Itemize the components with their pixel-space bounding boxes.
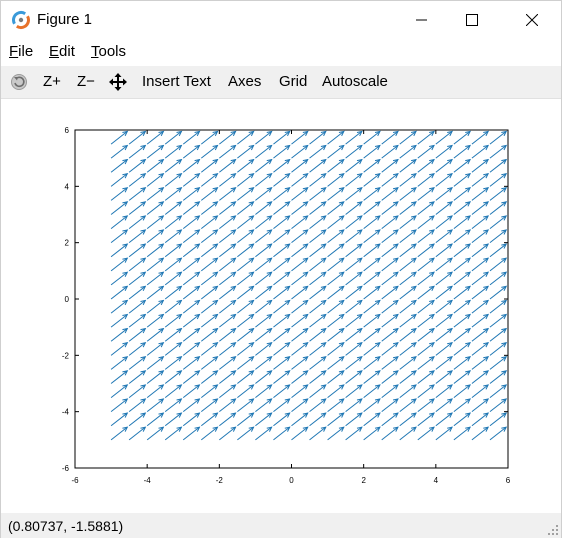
title-bar[interactable]: Figure 1 <box>1 1 561 39</box>
window-title: Figure 1 <box>37 11 93 28</box>
menu-edit-mnemonic: E <box>49 43 60 60</box>
menu-bar: File Edit Tools <box>1 39 561 65</box>
rotate-icon[interactable] <box>10 73 28 91</box>
cursor-coordinates: (0.80737, -1.5881) <box>8 518 124 534</box>
zoom-out-button[interactable]: Z− <box>77 73 95 90</box>
close-icon <box>526 14 538 26</box>
y-tick-label: 4 <box>65 182 70 191</box>
minimize-icon <box>416 19 427 21</box>
pan-icon[interactable] <box>109 73 127 91</box>
menu-file[interactable]: File <box>9 43 33 60</box>
close-button[interactable] <box>509 1 555 39</box>
y-tick-label: -2 <box>62 351 70 360</box>
y-tick-label: -4 <box>62 408 70 417</box>
menu-edit[interactable]: Edit <box>49 43 75 60</box>
y-tick-label: -6 <box>62 464 70 473</box>
figure-window: Figure 1 File Edit Tools Z+ Z− Insert Te… <box>0 0 562 538</box>
insert-text-button[interactable]: Insert Text <box>142 73 211 90</box>
menu-file-mnemonic: F <box>9 43 19 60</box>
zoom-in-button[interactable]: Z+ <box>43 73 61 90</box>
x-tick-label: 4 <box>434 476 439 485</box>
menu-tools[interactable]: Tools <box>91 43 126 60</box>
minimize-button[interactable] <box>399 1 445 39</box>
y-tick-label: 0 <box>65 295 70 304</box>
x-tick-label: -6 <box>71 476 79 485</box>
y-tick-label: 2 <box>65 239 70 248</box>
autoscale-button[interactable]: Autoscale <box>322 73 388 90</box>
x-tick-label: 6 <box>506 476 511 485</box>
status-bar: (0.80737, -1.5881) <box>1 513 561 538</box>
figure-canvas[interactable]: -6 -4 -2 0 2 4 6 -6 -4 -2 0 2 4 6 <box>1 99 561 513</box>
quiver-plot[interactable]: -6 -4 -2 0 2 4 6 -6 -4 -2 0 2 4 6 <box>1 99 561 513</box>
x-tick-label: 2 <box>361 476 366 485</box>
resize-grip-icon[interactable] <box>547 524 559 536</box>
y-tick-label: 6 <box>65 126 70 135</box>
x-tick-label: 0 <box>289 476 294 485</box>
figure-toolbar: Z+ Z− Insert Text Axes Grid Autoscale <box>1 66 561 99</box>
octave-logo-icon <box>11 11 30 29</box>
menu-tools-label: ools <box>98 43 127 60</box>
grid-button[interactable]: Grid <box>279 73 307 90</box>
menu-file-label: ile <box>18 43 34 60</box>
x-tick-label: -4 <box>144 476 152 485</box>
maximize-button[interactable] <box>449 1 495 39</box>
menu-tools-mnemonic: T <box>91 43 99 60</box>
maximize-icon <box>466 14 478 26</box>
axes-button[interactable]: Axes <box>228 73 261 90</box>
x-tick-label: -2 <box>216 476 224 485</box>
menu-edit-label: dit <box>59 43 75 60</box>
